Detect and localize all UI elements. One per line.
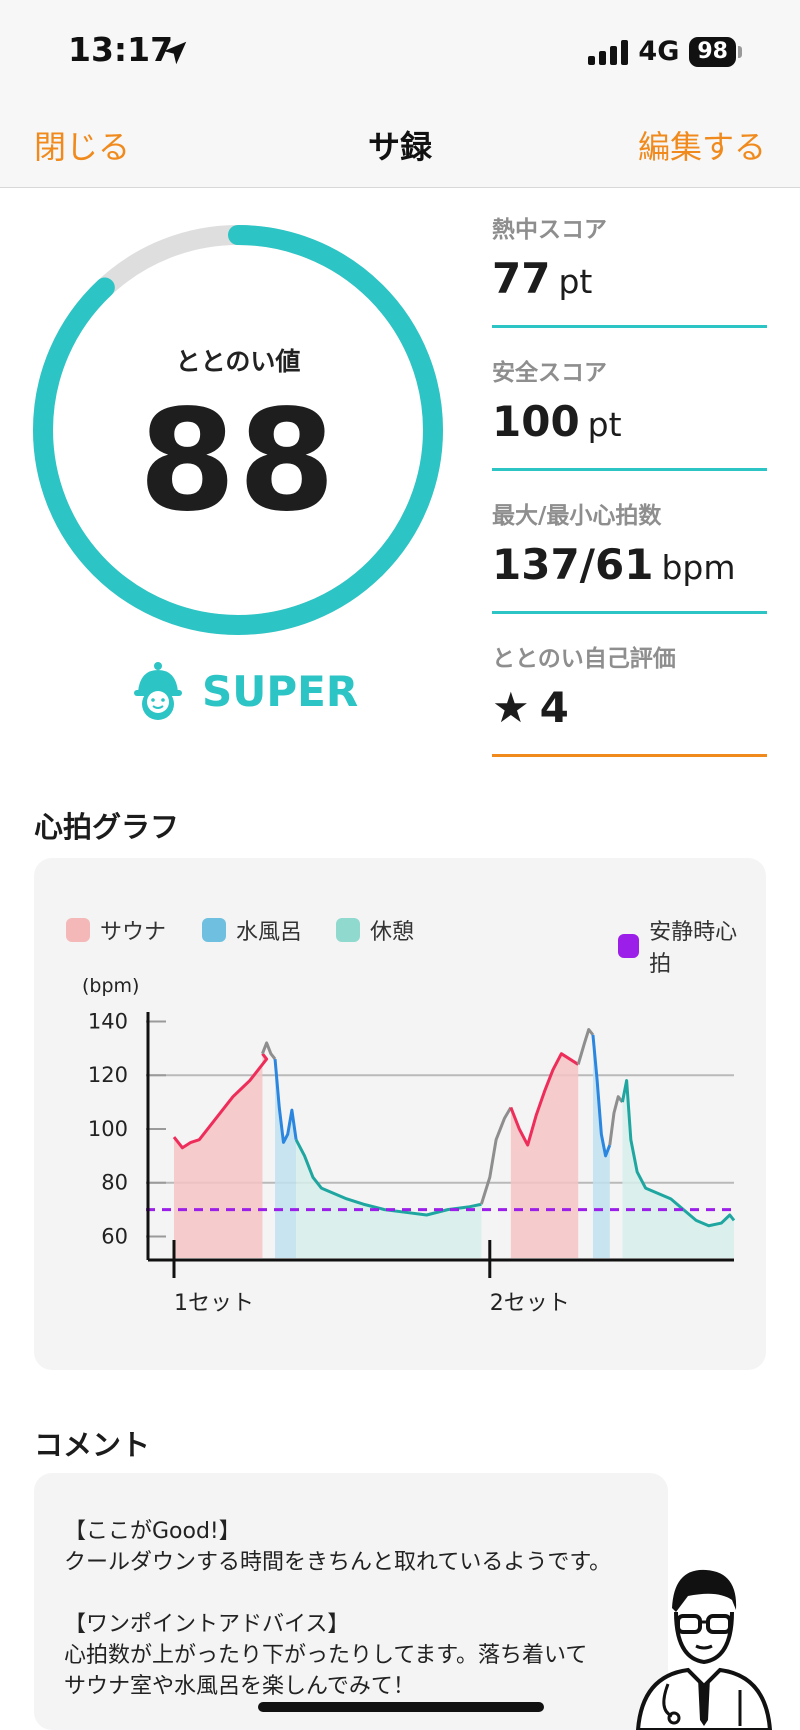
- comment-line: クールダウンする時間をきちんと取れているようです。: [64, 1550, 612, 1575]
- heart-rate-range-value: 137/61 bpm: [492, 540, 736, 589]
- y-axis-label: (bpm): [82, 975, 139, 997]
- comment-title: コメント: [34, 1428, 151, 1462]
- battery-tip: [738, 45, 742, 58]
- doctor-avatar-icon: [635, 1569, 773, 1730]
- y-tick-label: 100: [88, 1117, 128, 1141]
- status-time: 13:17: [68, 30, 174, 69]
- x-tick-label: 1セット: [174, 1291, 254, 1316]
- comment-line: 【ワンポイントアドバイス】: [64, 1612, 350, 1637]
- comment-line: 【ここがGood!】: [64, 1519, 241, 1544]
- home-indicator[interactable]: [258, 1702, 544, 1712]
- battery-icon: 98: [689, 36, 736, 67]
- series-area: [174, 1053, 267, 1258]
- safety-score-unit: pt: [587, 405, 622, 444]
- heart-rate-chart: (bpm) 60 80 100 120 140 1セット 2セット: [82, 975, 736, 1316]
- heat-score: 熱中スコア 77 pt: [492, 210, 767, 328]
- self-rating-value: ★ 4: [492, 683, 569, 732]
- series-area: [622, 1080, 734, 1258]
- series-line: [576, 1028, 595, 1065]
- status-indicators: 4G 98: [588, 36, 742, 67]
- series-line: [479, 1106, 513, 1205]
- nav-bar: 閉じる サ録 編集する: [0, 100, 800, 188]
- level-text: SUPER: [202, 666, 359, 716]
- location-arrow-icon: [163, 41, 187, 65]
- network-type: 4G: [638, 36, 680, 67]
- sauna-hat-face-icon: [134, 662, 182, 720]
- comment-line: サウナ室や水風呂を楽しんでみて！: [64, 1674, 415, 1699]
- heart-graph-title: 心拍グラフ: [34, 810, 180, 844]
- safety-score: 安全スコア 100 pt: [492, 353, 767, 471]
- comment-line: 心拍数が上がったり下がったりしてます。落ち着いて: [64, 1643, 588, 1668]
- gauge-value: 88: [138, 380, 338, 543]
- star-icon: ★: [492, 683, 530, 732]
- x-tick-label: 2セット: [490, 1291, 570, 1316]
- comment-card: 【ここがGood!】 クールダウンする時間をきちんと取れているようです。 【ワン…: [34, 1473, 668, 1730]
- heat-score-value: 77 pt: [492, 254, 593, 303]
- level-badge: SUPER: [132, 660, 358, 722]
- self-rating[interactable]: ととのい自己評価 ★ 4: [492, 639, 767, 757]
- y-tick-label: 80: [101, 1171, 128, 1195]
- safety-score-label: 安全スコア: [492, 360, 607, 386]
- heart-rate-range: 最大/最小心拍数 137/61 bpm: [492, 496, 767, 614]
- heart-rate-range-unit: bpm: [661, 548, 736, 587]
- edit-button[interactable]: 編集する: [638, 122, 766, 168]
- series-line: [608, 1095, 624, 1146]
- series-area: [510, 1053, 579, 1258]
- gauge-label: ととのい値: [175, 347, 301, 376]
- y-tick-label: 120: [88, 1063, 128, 1087]
- heart-rate-range-label: 最大/最小心拍数: [492, 503, 662, 529]
- heat-score-label: 熱中スコア: [492, 217, 607, 243]
- y-tick-label: 60: [101, 1224, 128, 1248]
- heart-graph-card: サウナ 水風呂 休憩 安静時心拍 (bpm) 60 80 100 120 140 1セット 2…: [34, 858, 766, 1370]
- y-tick-label: 140: [88, 1009, 128, 1033]
- self-rating-label: ととのい自己評価: [492, 646, 676, 672]
- heat-score-unit: pt: [558, 262, 593, 301]
- series-area: [296, 1139, 482, 1258]
- status-bar: 13:17 4G 98: [0, 0, 800, 100]
- signal-strength-icon: [588, 39, 629, 65]
- safety-score-value: 100 pt: [492, 397, 622, 446]
